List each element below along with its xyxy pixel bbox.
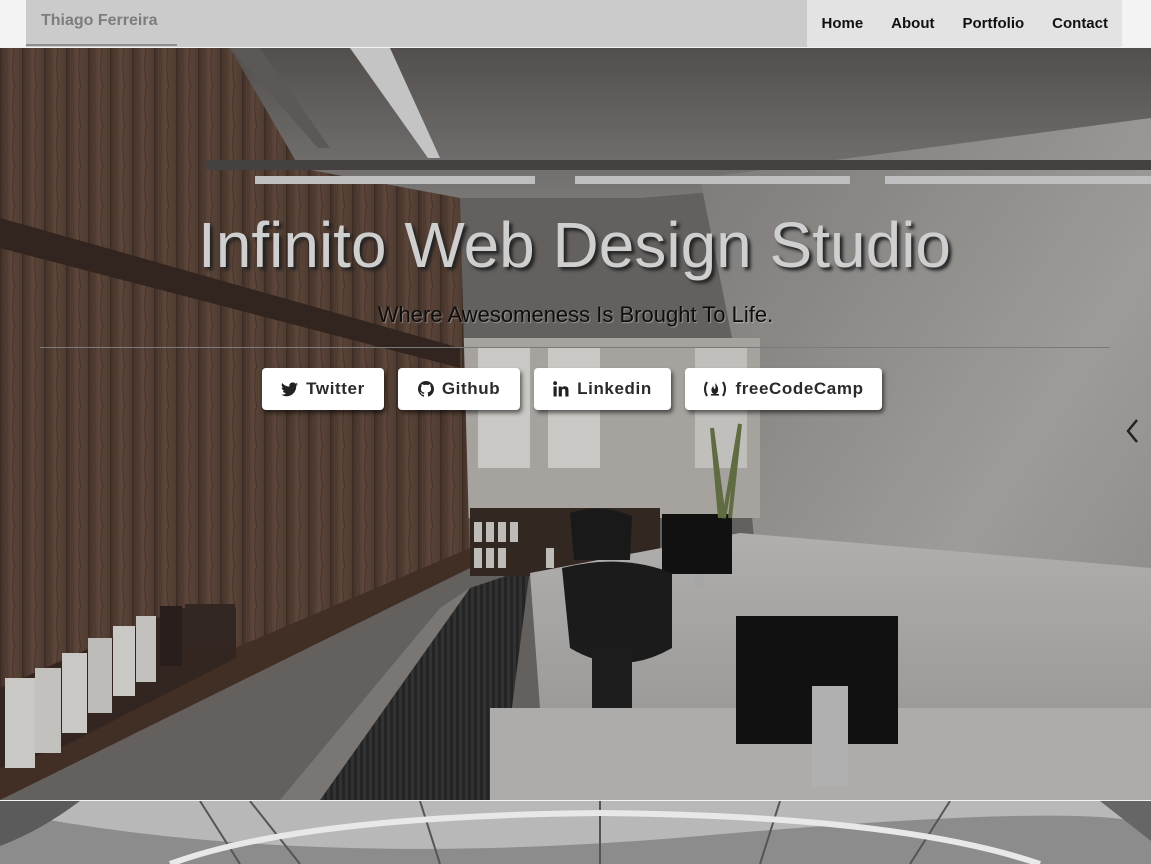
github-icon — [417, 381, 434, 397]
linkedin-button[interactable]: Linkedin — [534, 368, 671, 410]
nav-link-about[interactable]: About — [891, 15, 934, 32]
nav-link-portfolio[interactable]: Portfolio — [963, 15, 1025, 32]
github-button[interactable]: Github — [398, 368, 520, 410]
freecodecamp-button[interactable]: freeCodeCamp — [685, 368, 882, 410]
linkedin-icon — [553, 381, 569, 397]
freecodecamp-icon — [703, 381, 727, 397]
twitter-icon — [281, 381, 299, 397]
twitter-button[interactable]: Twitter — [262, 368, 384, 410]
freecodecamp-label: freeCodeCamp — [735, 379, 864, 398]
github-label: Github — [441, 379, 501, 398]
twitter-label: Twitter — [306, 379, 365, 398]
page: Thiago Ferreira Home About Portfolio Con… — [0, 0, 1151, 864]
nav-link-home[interactable]: Home — [821, 15, 863, 32]
navbar: Thiago Ferreira Home About Portfolio Con… — [26, 0, 1122, 47]
hero-section: Infinito Web Design Studio Where Awesome… — [0, 48, 1151, 800]
hero-background-image — [0, 48, 1151, 800]
brand-name[interactable]: Thiago Ferreira — [26, 0, 177, 46]
nav-links: Home About Portfolio Contact — [807, 0, 1122, 47]
next-section-image — [0, 801, 1151, 864]
nav-link-contact[interactable]: Contact — [1052, 15, 1108, 32]
hero-title: Infinito Web Design Studio — [197, 209, 952, 281]
social-buttons: Twitter Github Linkedin freeCodeCamp — [262, 368, 882, 410]
hero-divider — [40, 347, 1110, 348]
linkedin-label: Linkedin — [577, 379, 652, 398]
hero-subtitle: Where Awesomeness Is Brought To Life. — [377, 302, 774, 327]
carousel-prev-chevron-icon[interactable] — [1123, 416, 1143, 446]
